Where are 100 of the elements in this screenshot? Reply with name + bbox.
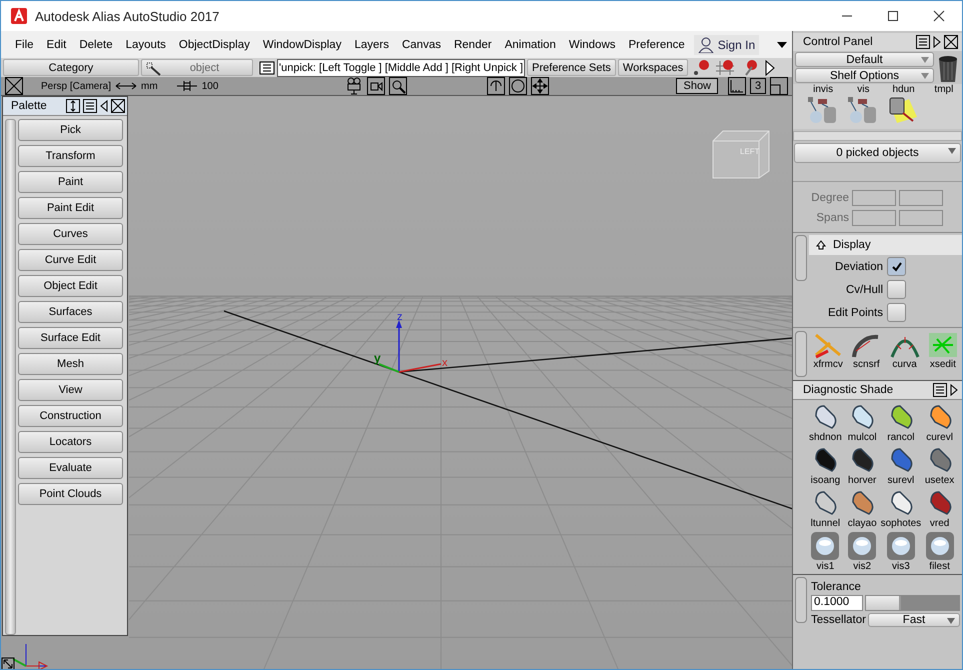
camera-icon[interactable] bbox=[345, 77, 364, 95]
list-icon[interactable] bbox=[259, 60, 275, 74]
shade-mode-label: sophotes bbox=[880, 518, 922, 529]
shelf-dropdown[interactable]: Default bbox=[795, 52, 934, 67]
shelf-options-dropdown[interactable]: Shelf Options bbox=[795, 68, 934, 83]
palette-button[interactable]: Curves bbox=[18, 223, 123, 245]
scroll-bar[interactable] bbox=[795, 331, 807, 377]
scroll-bar[interactable] bbox=[5, 119, 16, 635]
palette-button[interactable]: View bbox=[18, 379, 123, 401]
menu-item[interactable]: Layers bbox=[348, 38, 396, 50]
menu-item[interactable]: Delete bbox=[73, 38, 120, 50]
tessellator-dropdown[interactable]: Fast bbox=[868, 613, 960, 627]
preference-sets-button[interactable]: Preference Sets bbox=[527, 59, 616, 76]
close-icon[interactable] bbox=[111, 99, 125, 113]
expand-arrow-icon[interactable] bbox=[950, 383, 958, 397]
fit-view-icon[interactable] bbox=[509, 77, 528, 95]
viewport-close-icon[interactable] bbox=[5, 77, 23, 95]
menu-item[interactable]: Canvas bbox=[396, 38, 448, 50]
menu-item[interactable]: WindowDisplay bbox=[256, 38, 348, 50]
menu-item[interactable]: File bbox=[9, 38, 41, 50]
tool-label: xfrmcv bbox=[813, 359, 843, 370]
shade-mode-label: clayao bbox=[848, 518, 877, 529]
resize-vertical-icon[interactable] bbox=[66, 99, 80, 113]
expand-arrow-icon[interactable] bbox=[933, 35, 941, 49]
checkbox[interactable] bbox=[887, 257, 906, 276]
tolerance-field[interactable]: 0.1000 bbox=[811, 595, 863, 611]
palette-button[interactable]: Construction bbox=[18, 405, 123, 427]
object-button[interactable]: object bbox=[141, 59, 253, 76]
tolerance-slider[interactable] bbox=[865, 595, 960, 611]
palette-button[interactable]: Surfaces bbox=[18, 301, 123, 323]
show-button[interactable]: Show bbox=[676, 78, 718, 94]
palette-button[interactable]: Paint Edit bbox=[18, 197, 123, 219]
origin-axes-drawing bbox=[378, 320, 442, 373]
sign-in-button[interactable]: Sign In bbox=[694, 34, 760, 54]
shelf-tool-label: vis bbox=[857, 84, 870, 95]
option-label: Edit Points bbox=[828, 306, 883, 318]
grid-size-label: 100 bbox=[202, 80, 218, 92]
menu-item[interactable]: Animation bbox=[498, 38, 563, 50]
workspaces-button[interactable]: Workspaces bbox=[618, 59, 688, 76]
input-field[interactable] bbox=[899, 210, 943, 226]
diagnostic-shade-title: Diagnostic Shade bbox=[803, 384, 894, 396]
shelf-tool-label: hdun bbox=[892, 84, 915, 95]
category-button[interactable]: Category bbox=[3, 59, 139, 76]
picked-objects-dropdown[interactable]: 0 picked objects bbox=[794, 143, 961, 163]
close-icon[interactable] bbox=[944, 35, 958, 49]
tolerance-label: Tolerance bbox=[811, 581, 862, 593]
palette-button[interactable]: Point Clouds bbox=[18, 483, 123, 505]
palette-button[interactable]: Object Edit bbox=[18, 275, 123, 297]
shelf-tool-label: tmpl bbox=[934, 84, 954, 95]
palette-button[interactable]: Surface Edit bbox=[18, 327, 123, 349]
x-axis-label: x bbox=[442, 357, 448, 369]
input-field[interactable] bbox=[899, 190, 943, 206]
shade-mode-label: isoang bbox=[810, 475, 840, 486]
palette-button[interactable]: Evaluate bbox=[18, 457, 123, 479]
ruler-icon[interactable] bbox=[728, 77, 746, 95]
palette-button[interactable]: Curve Edit bbox=[18, 249, 123, 271]
tumble-icon[interactable] bbox=[487, 77, 506, 95]
collapse-icon bbox=[815, 239, 827, 251]
display-section-header[interactable]: Display bbox=[809, 235, 962, 255]
palette-button[interactable]: Mesh bbox=[18, 353, 123, 375]
palette-button[interactable]: Transform bbox=[18, 145, 123, 167]
option-label: Cv/Hull bbox=[846, 284, 883, 296]
window-title: Autodesk Alias AutoStudio 2017 bbox=[35, 8, 220, 24]
prompt-field: 'unpick: [Left Toggle ] [Middle Add ] [Right Unpick ] bbox=[277, 58, 526, 76]
menu-item[interactable]: Layouts bbox=[120, 38, 173, 50]
palette-button[interactable]: Paint bbox=[18, 171, 123, 193]
menu-icon[interactable] bbox=[916, 35, 930, 49]
expand-arrow-icon[interactable] bbox=[764, 60, 776, 76]
input-field[interactable] bbox=[852, 210, 896, 226]
menu-item[interactable]: Windows bbox=[562, 38, 622, 50]
menu-item[interactable]: Edit bbox=[40, 38, 74, 50]
shade-mode-label: vis3 bbox=[892, 561, 910, 572]
view-count-button[interactable]: 3 bbox=[750, 78, 766, 94]
collapse-arrow-icon[interactable] bbox=[100, 99, 108, 113]
resize-corner-icon[interactable] bbox=[2, 658, 14, 669]
checkbox[interactable] bbox=[887, 280, 906, 299]
shade-mode-label: surevl bbox=[888, 475, 914, 486]
caret-icon[interactable] bbox=[776, 40, 788, 48]
input-field[interactable] bbox=[852, 190, 896, 206]
menu-item[interactable]: Render bbox=[448, 38, 499, 50]
tessellator-label: Tessellator bbox=[811, 614, 866, 626]
movie-camera-icon[interactable] bbox=[367, 77, 386, 95]
shade-mode-label: usetex bbox=[924, 475, 954, 486]
scroll-bar[interactable] bbox=[795, 235, 807, 281]
menu-icon[interactable] bbox=[933, 383, 947, 397]
tool-label: scnsrf bbox=[853, 359, 880, 370]
scroll-bar[interactable] bbox=[795, 577, 807, 623]
checkmark-icon bbox=[890, 260, 902, 272]
zoom-icon[interactable] bbox=[389, 77, 408, 95]
caret-icon bbox=[948, 148, 956, 154]
menu-item[interactable]: Preference bbox=[622, 38, 692, 50]
layout-icon[interactable] bbox=[770, 77, 788, 95]
menu-icon[interactable] bbox=[83, 99, 97, 113]
palette-button[interactable]: Locators bbox=[18, 431, 123, 453]
move-arrows-icon[interactable] bbox=[531, 77, 550, 95]
checkbox[interactable] bbox=[887, 303, 906, 322]
y-axis-label: y bbox=[374, 351, 381, 365]
palette-button[interactable]: Pick bbox=[18, 119, 123, 141]
option-label: Deviation bbox=[835, 260, 883, 272]
menu-item[interactable]: ObjectDisplay bbox=[172, 38, 257, 50]
